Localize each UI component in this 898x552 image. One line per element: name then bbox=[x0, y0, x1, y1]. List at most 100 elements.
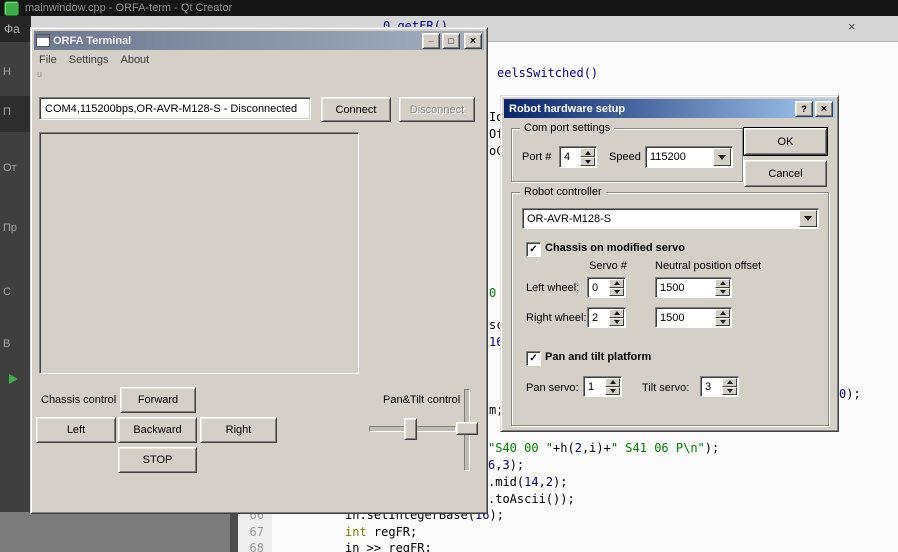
spin-up-button[interactable] bbox=[609, 309, 624, 318]
pantilt-checkbox[interactable]: ✓ bbox=[526, 351, 541, 366]
dropdown-button[interactable] bbox=[799, 210, 817, 227]
help-button[interactable]: ? bbox=[795, 101, 813, 117]
com-group-label: Com port settings bbox=[520, 122, 614, 134]
code-text: ); bbox=[705, 441, 719, 455]
menu-about[interactable]: About bbox=[114, 54, 155, 66]
bottom-left-panel bbox=[0, 512, 230, 552]
menu-file[interactable]: File bbox=[34, 54, 63, 66]
sidebar-item-help[interactable]: С bbox=[3, 286, 11, 298]
cancel-button[interactable]: Cancel bbox=[744, 160, 827, 187]
dialog-close-button[interactable]: × bbox=[815, 101, 833, 117]
terminal-output-area[interactable] bbox=[39, 132, 359, 374]
spin-down-button[interactable] bbox=[609, 318, 624, 327]
connection-status-field[interactable]: COM4,115200bps,OR-AVR-M128-S - Disconnec… bbox=[39, 97, 311, 120]
pan-servo-spinbox[interactable]: 1 bbox=[583, 376, 622, 397]
close-icon: × bbox=[470, 35, 476, 47]
ide-menu-file[interactable]: Фа bbox=[4, 22, 20, 36]
ide-window-title: mainwindow.cpp - ORFA-term - Qt Creator bbox=[25, 2, 232, 14]
spin-up-button[interactable] bbox=[715, 309, 730, 318]
controller-combobox[interactable]: OR-AVR-M128-S bbox=[522, 208, 819, 229]
stop-button[interactable]: STOP bbox=[118, 447, 197, 473]
check-icon: ✓ bbox=[529, 245, 537, 255]
left-wheel-offset-spinbox[interactable]: 1500 bbox=[655, 277, 732, 298]
spin-up-button[interactable] bbox=[609, 279, 624, 288]
right-wheel-servo-value: 2 bbox=[588, 308, 609, 327]
backward-label: Backward bbox=[133, 424, 181, 436]
chassis-checkbox-label: Chassis on modified servo bbox=[545, 242, 685, 254]
connect-button[interactable]: Connect bbox=[321, 97, 391, 122]
close-icon: × bbox=[821, 103, 827, 115]
left-button[interactable]: Left bbox=[36, 417, 116, 443]
toolbar-artifact: u bbox=[37, 69, 42, 79]
speed-combobox[interactable]: 115200 bbox=[645, 146, 733, 168]
terminal-titlebar[interactable]: ORFA Terminal _ □ × bbox=[34, 31, 484, 50]
disconnect-button[interactable]: Disconnect bbox=[399, 97, 475, 122]
dialog-title: Robot hardware setup bbox=[509, 103, 625, 115]
panel-splitter[interactable] bbox=[230, 512, 238, 552]
code-text: ); bbox=[846, 387, 860, 401]
sidebar-item-debug[interactable]: От bbox=[3, 162, 17, 174]
spin-down-button[interactable] bbox=[715, 318, 730, 327]
menu-settings[interactable]: Settings bbox=[63, 54, 115, 66]
code-text: ); bbox=[553, 475, 567, 489]
minimize-button[interactable]: _ bbox=[422, 33, 440, 49]
dropdown-button[interactable] bbox=[713, 148, 731, 166]
code-line: 6,3); bbox=[488, 458, 524, 473]
code-fragment: 0); bbox=[839, 387, 861, 402]
ok-button[interactable]: OK bbox=[744, 128, 827, 155]
close-button[interactable]: × bbox=[464, 33, 482, 49]
spin-down-button[interactable] bbox=[605, 387, 620, 396]
spin-up-button[interactable] bbox=[605, 378, 620, 387]
spin-up-button[interactable] bbox=[722, 378, 737, 387]
ide-mode-sidebar: Н П От Пр С В bbox=[0, 42, 30, 512]
up-arrow-icon bbox=[610, 380, 616, 384]
chassis-checkbox[interactable]: ✓ bbox=[526, 242, 541, 257]
pantilt-checkbox-label: Pan and tilt platform bbox=[545, 351, 651, 363]
spin-down-button[interactable] bbox=[580, 157, 595, 166]
left-wheel-servo-spinbox[interactable]: 0 bbox=[587, 277, 626, 298]
maximize-button[interactable]: □ bbox=[442, 33, 460, 49]
stop-label: STOP bbox=[143, 454, 173, 466]
dropdown-arrow-icon bbox=[718, 155, 726, 160]
pan-slider[interactable] bbox=[369, 418, 456, 438]
code-text: ); bbox=[510, 458, 524, 472]
code-number: 3 bbox=[502, 458, 509, 472]
forward-label: Forward bbox=[138, 394, 178, 406]
run-icon[interactable] bbox=[9, 374, 18, 384]
code-line: in >> regFR; bbox=[345, 541, 432, 552]
pan-slider-handle[interactable] bbox=[404, 418, 417, 440]
sidebar-item-edit[interactable]: П bbox=[3, 106, 11, 118]
code-number: 2 bbox=[575, 441, 582, 455]
right-button[interactable]: Right bbox=[200, 417, 277, 443]
robot-hardware-setup-dialog: Robot hardware setup ? × Com port settin… bbox=[500, 95, 839, 432]
servo-column-header: Servo # bbox=[589, 260, 627, 272]
connection-status-text: COM4,115200bps,OR-AVR-M128-S - Disconnec… bbox=[45, 103, 297, 115]
right-wheel-label: Right wheel: bbox=[526, 312, 587, 324]
qt-creator-logo-icon bbox=[4, 1, 19, 16]
code-keyword: int bbox=[345, 525, 367, 539]
spin-down-button[interactable] bbox=[609, 288, 624, 297]
spin-down-button[interactable] bbox=[722, 387, 737, 396]
pan-servo-label: Pan servo: bbox=[526, 382, 579, 394]
sidebar-item-welcome[interactable]: Н bbox=[3, 66, 11, 78]
spin-down-button[interactable] bbox=[715, 288, 730, 297]
spin-up-button[interactable] bbox=[715, 279, 730, 288]
tilt-slider[interactable] bbox=[453, 389, 481, 471]
dialog-titlebar[interactable]: Robot hardware setup ? × bbox=[504, 99, 835, 118]
forward-button[interactable]: Forward bbox=[120, 387, 196, 413]
right-wheel-servo-spinbox[interactable]: 2 bbox=[587, 307, 626, 328]
sidebar-item-output[interactable]: В bbox=[3, 338, 10, 350]
ide-titlebar[interactable]: mainwindow.cpp - ORFA-term - Qt Creator bbox=[0, 0, 898, 16]
spin-up-button[interactable] bbox=[580, 148, 595, 157]
tilt-servo-spinbox[interactable]: 3 bbox=[700, 376, 739, 397]
tilt-slider-handle[interactable] bbox=[456, 422, 478, 435]
down-arrow-icon bbox=[614, 320, 620, 324]
backward-button[interactable]: Backward bbox=[118, 417, 197, 443]
port-spinbox[interactable]: 4 bbox=[559, 146, 597, 168]
editor-close-icon[interactable]: × bbox=[848, 19, 856, 34]
sidebar-item-projects[interactable]: Пр bbox=[3, 222, 17, 234]
left-wheel-label: Left wheel: bbox=[526, 282, 579, 294]
down-arrow-icon bbox=[720, 320, 726, 324]
up-arrow-icon bbox=[727, 380, 733, 384]
right-wheel-offset-spinbox[interactable]: 1500 bbox=[655, 307, 732, 328]
